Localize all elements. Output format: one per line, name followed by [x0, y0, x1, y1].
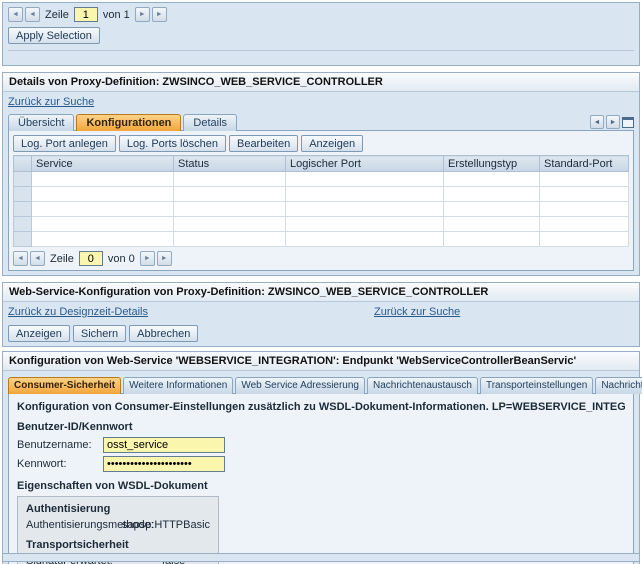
auth-method-value: sapsp:HTTPBasic [122, 519, 210, 531]
password-input[interactable] [103, 456, 225, 472]
next-row-button[interactable]: ► [140, 251, 155, 266]
table-row[interactable] [14, 217, 629, 232]
table-row[interactable] [14, 172, 629, 187]
spacer-panel [8, 50, 634, 61]
back-to-designtime-link[interactable]: Zurück zu Designzeit-Details [8, 306, 148, 318]
col-status[interactable]: Status [174, 156, 286, 172]
apply-selection-button[interactable]: Apply Selection [8, 27, 100, 44]
last-row-button[interactable]: ► [157, 251, 172, 266]
proxy-details-section: Details von Proxy-Definition: ZWSINCO_WE… [2, 72, 640, 276]
password-label: Kennwort: [17, 458, 103, 470]
username-field-row: Benutzername: [17, 437, 625, 453]
tab-transporteinstellungen[interactable]: Transporteinstellungen [480, 377, 593, 394]
back-to-search-link[interactable]: Zurück zur Suche [374, 306, 460, 318]
col-service[interactable]: Service [32, 156, 174, 172]
ws-config-toolbar: Anzeigen Sichern Abbrechen [8, 325, 634, 342]
table-row[interactable] [14, 202, 629, 217]
row-number-input[interactable] [79, 251, 103, 266]
col-logischer-port[interactable]: Logischer Port [286, 156, 444, 172]
first-row-button[interactable]: ◄ [8, 7, 23, 22]
tab-consumer-sicherheit[interactable]: Consumer-Sicherheit [8, 377, 121, 394]
col-erstellungstyp[interactable]: Erstellungstyp [444, 156, 540, 172]
consumer-sicherheit-tab-panel: Konfiguration von Consumer-Einstellungen… [8, 393, 634, 564]
next-row-icon: ► [144, 255, 151, 262]
last-row-icon: ► [156, 11, 163, 18]
previous-row-button[interactable]: ◄ [25, 7, 40, 22]
top-panel: ◄ ◄ Zeile von 1 ► ► Apply Selection [2, 2, 640, 66]
next-row-button[interactable]: ► [135, 7, 150, 22]
ws-config-section: Web-Service-Konfiguration von Proxy-Defi… [2, 282, 640, 347]
row-label: Zeile [45, 9, 69, 21]
row-number-input[interactable] [74, 7, 98, 22]
transport-security-title: Transportsicherheit [26, 539, 210, 551]
edit-button[interactable]: Bearbeiten [229, 135, 298, 152]
row-label: Zeile [50, 253, 74, 265]
tab-nachrichtenanhaenge[interactable]: Nachrichtenanhänge [595, 377, 642, 394]
previous-row-button[interactable]: ◄ [30, 251, 45, 266]
tab-scroll-right-button[interactable]: ► [606, 115, 620, 129]
maximize-icon[interactable] [622, 117, 634, 128]
consumer-settings-info: Konfiguration von Consumer-Einstellungen… [17, 401, 625, 413]
save-button[interactable]: Sichern [73, 325, 126, 342]
table-row-pager: ◄ ◄ Zeile von 0 ► ► [9, 247, 633, 270]
top-row-pager: ◄ ◄ Zeile von 1 ► ► [8, 7, 634, 22]
tab-konfigurationen[interactable]: Konfigurationen [76, 114, 181, 131]
chevron-left-icon: ◄ [594, 119, 601, 126]
username-input[interactable] [103, 437, 225, 453]
tab-uebersicht[interactable]: Übersicht [8, 114, 74, 131]
display-button[interactable]: Anzeigen [8, 325, 70, 342]
display-button[interactable]: Anzeigen [301, 135, 363, 152]
cancel-button[interactable]: Abbrechen [129, 325, 198, 342]
table-row[interactable] [14, 232, 629, 247]
credentials-group-title: Benutzer-ID/Kennwort [17, 421, 625, 433]
last-row-button[interactable]: ► [152, 7, 167, 22]
row-selector-header [14, 156, 32, 172]
auth-method-label: Authentisierungsmethode: [26, 519, 122, 531]
tab-web-service-adressierung[interactable]: Web Service Adressierung [235, 377, 365, 394]
table-header-row: Service Status Logischer Port Erstellung… [14, 156, 629, 172]
table-row[interactable] [14, 187, 629, 202]
tab-scroll-left-button[interactable]: ◄ [590, 115, 604, 129]
wsdl-props-group-title: Eigenschaften von WSDL-Dokument [17, 480, 625, 492]
password-field-row: Kennwort: [17, 456, 625, 472]
auth-method-row: Authentisierungsmethode: sapsp:HTTPBasic [26, 519, 210, 531]
first-row-button[interactable]: ◄ [13, 251, 28, 266]
col-standard-port[interactable]: Standard-Port [540, 156, 629, 172]
username-label: Benutzername: [17, 439, 103, 451]
next-row-icon: ► [139, 11, 146, 18]
endpoint-config-section: Konfiguration von Web-Service 'WEBSERVIC… [2, 351, 640, 564]
endpoint-tabstrip: Consumer-Sicherheit Weitere Informatione… [8, 375, 634, 394]
previous-row-icon: ◄ [34, 255, 41, 262]
konfigurationen-tab-panel: Log. Port anlegen Log. Ports löschen Bea… [8, 130, 634, 271]
ws-config-links: Zurück zu Designzeit-Details Zurück zur … [8, 306, 634, 321]
endpoint-config-title: Konfiguration von Web-Service 'WEBSERVIC… [3, 352, 639, 371]
back-to-search-link[interactable]: Zurück zur Suche [8, 96, 94, 108]
row-of-label: von 1 [103, 9, 130, 21]
page: ◄ ◄ Zeile von 1 ► ► Apply Selection Deta… [0, 0, 642, 564]
tab-weitere-informationen[interactable]: Weitere Informationen [123, 377, 233, 394]
ws-config-title: Web-Service-Konfiguration von Proxy-Defi… [3, 283, 639, 302]
first-row-icon: ◄ [17, 255, 24, 262]
tab-nachrichtenaustausch[interactable]: Nachrichtenaustausch [367, 377, 478, 394]
auth-title: Authentisierung [26, 503, 210, 515]
proxy-details-title: Details von Proxy-Definition: ZWSINCO_WE… [3, 73, 639, 92]
tab-details[interactable]: Details [183, 114, 237, 131]
create-logical-port-button[interactable]: Log. Port anlegen [13, 135, 116, 152]
proxy-details-tabstrip: Übersicht Konfigurationen Details ◄ ► [8, 112, 634, 131]
logical-port-toolbar: Log. Port anlegen Log. Ports löschen Bea… [9, 131, 633, 155]
first-row-icon: ◄ [12, 11, 19, 18]
tabstrip-controls: ◄ ► [590, 115, 634, 131]
previous-row-icon: ◄ [29, 11, 36, 18]
logical-ports-table: Service Status Logischer Port Erstellung… [13, 155, 629, 247]
bottom-status-strip [2, 553, 640, 562]
delete-logical-ports-button[interactable]: Log. Ports löschen [119, 135, 226, 152]
chevron-right-icon: ► [610, 119, 617, 126]
last-row-icon: ► [161, 255, 168, 262]
row-of-label: von 0 [108, 253, 135, 265]
